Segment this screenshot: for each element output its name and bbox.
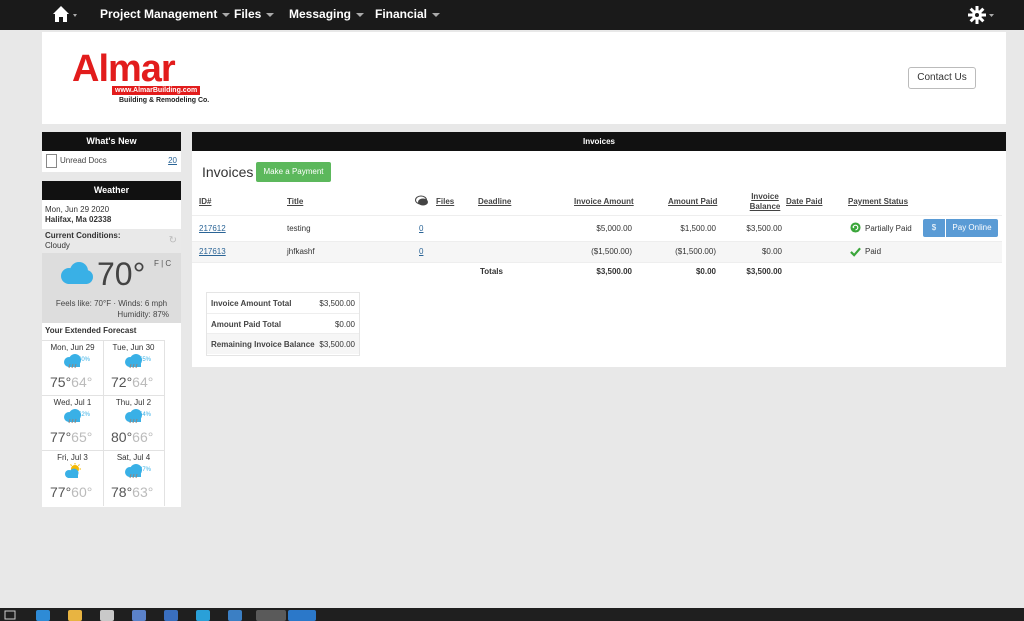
os-taskbar	[0, 608, 1024, 621]
top-nav: Project Management Files Messaging Finan…	[0, 0, 1024, 30]
forecast-day: Sat, Jul 4 37% 78°63°	[103, 450, 165, 506]
column-header-files[interactable]: Files	[436, 197, 454, 206]
nav-files[interactable]: Files	[234, 7, 275, 21]
home-icon	[53, 6, 77, 22]
forecast-day: Thu, Jul 2 54% 80°66°	[103, 395, 165, 451]
make-payment-button[interactable]: Make a Payment	[256, 162, 331, 182]
pay-online-button[interactable]: Pay Online	[946, 219, 998, 237]
feels-like-text: Feels like: 70°F · Winds: 6 mph	[55, 299, 168, 308]
summary-row: Amount Paid Total $0.00	[207, 313, 359, 334]
current-weather: 70° F | C Feels like: 70°F · Winds: 6 mp…	[42, 253, 181, 323]
current-conditions-bar: Current Conditions: Cloudy ↻	[42, 229, 181, 253]
invoice-id-link[interactable]: 217612	[199, 224, 226, 233]
partial-payment-icon	[850, 222, 861, 233]
app-icon[interactable]	[132, 610, 146, 621]
invoices-panel-title: Invoices	[192, 132, 1006, 151]
outlook-icon[interactable]	[164, 610, 178, 621]
invoice-id-link[interactable]: 217613	[199, 247, 226, 256]
weather-title: Weather	[42, 181, 181, 200]
list-item: Unread Docs 20	[42, 151, 181, 172]
chevron-down-icon	[432, 12, 441, 17]
partly-sunny-icon	[65, 463, 81, 478]
status-badge: Paid	[865, 247, 882, 256]
chevron-down-icon	[266, 12, 275, 17]
summary-row: Invoice Amount Total $3,500.00	[211, 299, 355, 308]
column-header-amount-paid[interactable]: Amount Paid	[668, 197, 717, 206]
divider	[192, 215, 1002, 216]
gear-icon	[968, 6, 994, 24]
invoices-panel: Invoices Invoices Make a Payment ID# Tit…	[192, 132, 1006, 367]
invoice-summary: Invoice Amount Total $3,500.00 Amount Pa…	[206, 292, 360, 356]
home-menu[interactable]	[52, 5, 80, 25]
extended-forecast-title: Your Extended Forecast	[45, 326, 137, 335]
nav-financial[interactable]: Financial	[375, 7, 441, 21]
status-badge: Partially Paid	[865, 224, 912, 233]
forecast-day: Mon, Jun 29 40% 75°64°	[42, 340, 104, 396]
task-view-icon[interactable]	[4, 610, 16, 620]
whats-new-title: What's New	[42, 132, 181, 151]
column-header-title[interactable]: Title	[287, 197, 303, 206]
site-header: Almar www.AlmarBuilding.com Building & R…	[42, 32, 1006, 124]
store-icon[interactable]	[100, 610, 114, 621]
dollar-button[interactable]: $	[923, 219, 945, 237]
weather-location: Halifax, Ma 02338	[45, 215, 112, 224]
cloud-icon	[61, 262, 93, 284]
whats-new-panel: What's New Unread Docs 20	[42, 132, 181, 172]
invoice-title: testing	[287, 224, 311, 233]
skype-icon[interactable]	[196, 610, 210, 621]
weather-date: Mon, Jun 29 2020	[45, 205, 110, 214]
weather-panel: Weather Mon, Jun 29 2020 Halifax, Ma 023…	[42, 181, 181, 507]
document-icon	[46, 154, 57, 168]
column-header-id[interactable]: ID#	[199, 197, 211, 206]
unread-docs-count-link[interactable]: 20	[168, 156, 177, 165]
column-header-date-paid[interactable]: Date Paid	[786, 197, 822, 206]
forecast-day: Fri, Jul 3 77°60°	[42, 450, 104, 506]
invoice-title: jhfkashf	[287, 247, 315, 256]
refresh-icon[interactable]: ↻	[169, 235, 177, 246]
nav-messaging[interactable]: Messaging	[289, 7, 365, 21]
nav-project-management[interactable]: Project Management	[100, 7, 231, 21]
summary-row: Remaining Invoice Balance $3,500.00	[207, 333, 359, 354]
edge-icon[interactable]	[36, 610, 50, 621]
company-logo[interactable]: Almar www.AlmarBuilding.com Building & R…	[72, 50, 222, 108]
chevron-down-icon	[356, 12, 365, 17]
settings-menu[interactable]	[967, 5, 997, 25]
column-header-invoice-amount[interactable]: Invoice Amount	[574, 197, 634, 206]
app-icon[interactable]	[288, 610, 316, 621]
forecast-day: Wed, Jul 1 52% 77°65°	[42, 395, 104, 451]
forecast-day: Tue, Jun 30 55% 72°64°	[103, 340, 165, 396]
checkmark-icon	[850, 247, 861, 257]
file-explorer-icon[interactable]	[68, 610, 82, 621]
column-header-deadline[interactable]: Deadline	[478, 197, 511, 206]
chevron-down-icon	[222, 12, 231, 17]
current-temperature: 70°	[97, 256, 146, 292]
unit-toggle[interactable]: F | C	[154, 259, 171, 268]
divider	[192, 262, 1002, 263]
column-header-invoice-balance[interactable]: Invoice Balance	[747, 192, 783, 212]
page-title: Invoices	[202, 164, 254, 180]
active-app-icon[interactable]	[256, 610, 286, 621]
contact-us-button[interactable]: Contact Us	[908, 67, 976, 89]
humidity-text: Humidity: 87%	[117, 310, 169, 319]
invoice-files-link[interactable]: 0	[419, 224, 423, 233]
column-header-payment-status[interactable]: Payment Status	[848, 197, 908, 206]
comments-icon	[415, 195, 428, 206]
mail-icon[interactable]	[228, 610, 242, 621]
invoice-files-link[interactable]: 0	[419, 247, 423, 256]
